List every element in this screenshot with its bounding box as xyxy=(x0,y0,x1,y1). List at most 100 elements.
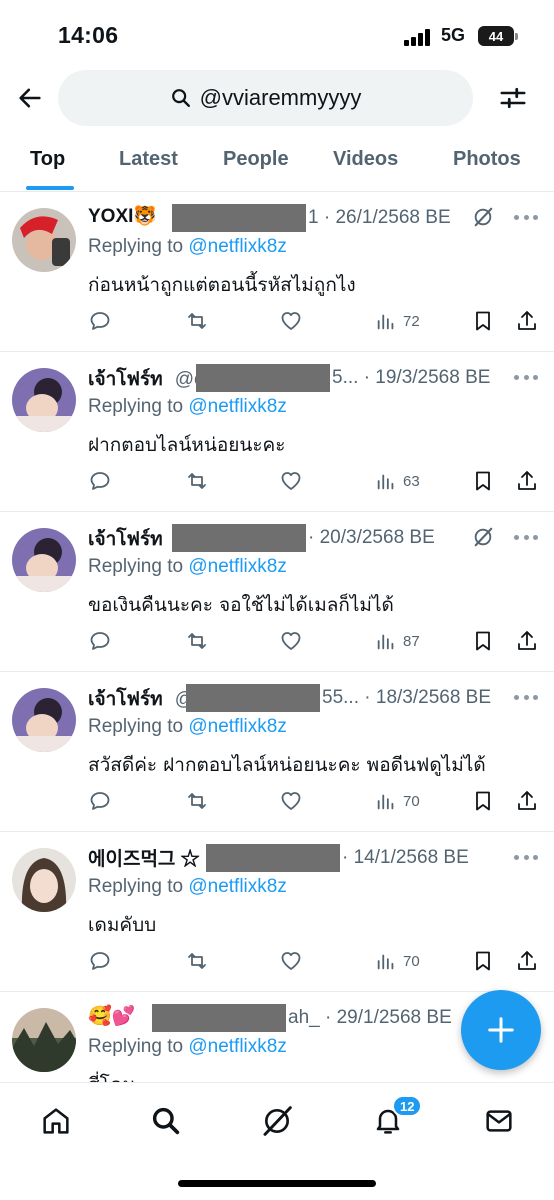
avatar[interactable] xyxy=(12,1008,76,1072)
reply-to-link[interactable]: @netflixk8z xyxy=(188,236,287,257)
reply-button[interactable] xyxy=(88,628,112,654)
bookmark-button[interactable] xyxy=(471,628,495,654)
reply-to-link[interactable]: @netflixk8z xyxy=(188,396,287,417)
like-button[interactable] xyxy=(279,628,303,654)
avatar[interactable] xyxy=(12,688,76,752)
tab-photos[interactable]: Photos xyxy=(453,148,521,171)
reply-button[interactable] xyxy=(88,308,112,334)
tweet[interactable]: เจ้าโฟร์ท @c 5... · 19/3/2568 BE Replyin… xyxy=(0,352,554,512)
tab-videos[interactable]: Videos xyxy=(333,148,398,171)
tweet-date[interactable]: · 19/3/2568 BE xyxy=(364,367,491,388)
display-name[interactable]: 🥰💕 xyxy=(88,1005,135,1027)
tweet-actions: 72 xyxy=(88,308,548,336)
grok-icon[interactable] xyxy=(472,526,494,548)
like-button[interactable] xyxy=(279,308,303,334)
views-icon xyxy=(377,474,394,490)
tweet-text: สวัสดีค่ะ ฝากตอบไลน์หน่อยนะคะ พอดีนฟดูไม… xyxy=(88,754,486,776)
retweet-button[interactable] xyxy=(184,308,210,334)
display-name[interactable]: เจ้าโฟร์ท xyxy=(88,369,163,390)
retweet-button[interactable] xyxy=(184,948,210,974)
share-button[interactable] xyxy=(515,788,539,814)
avatar[interactable] xyxy=(12,528,76,592)
more-icon[interactable] xyxy=(514,206,538,228)
sliders-icon xyxy=(500,87,526,109)
more-icon[interactable] xyxy=(514,686,538,708)
display-name[interactable]: เจ้าโฟร์ท xyxy=(88,529,163,550)
retweet-icon xyxy=(188,953,206,969)
reply-button[interactable] xyxy=(88,948,112,974)
bookmark-button[interactable] xyxy=(471,948,495,974)
more-icon[interactable] xyxy=(514,526,538,548)
replying-to: Replying to @netflixk8z xyxy=(88,876,287,897)
reply-button[interactable] xyxy=(88,468,112,494)
like-button[interactable] xyxy=(279,468,303,494)
tab-people[interactable]: People xyxy=(223,148,289,171)
search-icon xyxy=(152,1107,180,1135)
nav-home[interactable] xyxy=(36,1101,76,1141)
handle-tail: 55... xyxy=(322,687,359,708)
retweet-icon xyxy=(188,633,206,649)
compose-button[interactable] xyxy=(461,990,541,1070)
avatar[interactable] xyxy=(12,848,76,912)
heart-icon xyxy=(281,952,301,970)
more-icon[interactable] xyxy=(514,366,538,388)
nav-explore[interactable] xyxy=(146,1101,186,1141)
search-input[interactable]: @vviaremmyyyy xyxy=(58,70,473,126)
retweet-button[interactable] xyxy=(184,788,210,814)
reply-to-link[interactable]: @netflixk8z xyxy=(188,716,287,737)
tweet-date[interactable]: · 20/3/2568 BE xyxy=(306,527,435,549)
views-icon xyxy=(377,314,394,330)
views-count[interactable]: 70 xyxy=(375,948,420,974)
reply-icon xyxy=(90,632,110,650)
tab-top[interactable]: Top xyxy=(30,148,65,171)
bookmark-button[interactable] xyxy=(471,788,495,814)
grok-icon[interactable] xyxy=(472,206,494,228)
tweet[interactable]: เจ้าโฟร์ท @ 55... · 18/3/2568 BE Replyin… xyxy=(0,672,554,832)
views-count[interactable]: 87 xyxy=(375,628,420,654)
tweet-date[interactable]: · 14/1/2568 BE xyxy=(340,847,469,869)
avatar[interactable] xyxy=(12,368,76,432)
like-button[interactable] xyxy=(279,948,303,974)
share-button[interactable] xyxy=(515,308,539,334)
reply-to-link[interactable]: @netflixk8z xyxy=(188,876,287,897)
tweet[interactable]: 에이즈먹그 ☆ · 14/1/2568 BE Replying to @netf… xyxy=(0,832,554,992)
views-count[interactable]: 70 xyxy=(375,788,420,814)
bookmark-button[interactable] xyxy=(471,308,495,334)
display-name[interactable]: YOXI🐯 xyxy=(88,206,157,227)
reply-icon xyxy=(90,312,110,330)
share-button[interactable] xyxy=(515,468,539,494)
notifications-badge: 12 xyxy=(392,1095,423,1117)
bookmark-button[interactable] xyxy=(471,468,495,494)
more-icon[interactable] xyxy=(514,846,538,868)
views-count[interactable]: 72 xyxy=(375,308,420,334)
nav-grok[interactable] xyxy=(257,1101,297,1141)
retweet-icon xyxy=(188,793,206,809)
reply-button[interactable] xyxy=(88,788,112,814)
tweet-date[interactable]: · 18/3/2568 BE xyxy=(364,687,491,708)
nav-messages[interactable] xyxy=(479,1101,519,1141)
home-icon xyxy=(43,1108,69,1134)
views-number: 70 xyxy=(403,952,420,970)
tweet[interactable]: เจ้าโฟร์ท · 20/3/2568 BE Replying to @ne… xyxy=(0,512,554,672)
retweet-button[interactable] xyxy=(184,628,210,654)
share-button[interactable] xyxy=(515,628,539,654)
views-icon xyxy=(377,954,394,970)
mail-icon xyxy=(486,1110,512,1132)
reply-to-link[interactable]: @netflixk8z xyxy=(188,1036,287,1057)
tweet-date[interactable]: · 29/1/2568 BE xyxy=(325,1007,452,1028)
tweet[interactable]: YOXI🐯 1 · 26/1/2568 BE Replying to @netf… xyxy=(0,192,554,352)
share-button[interactable] xyxy=(515,948,539,974)
retweet-button[interactable] xyxy=(184,468,210,494)
views-count[interactable]: 63 xyxy=(375,468,420,494)
avatar[interactable] xyxy=(12,208,76,272)
replying-to: Replying to @netflixk8z xyxy=(88,236,287,257)
tab-latest[interactable]: Latest xyxy=(119,148,178,171)
display-name[interactable]: เจ้าโฟร์ท xyxy=(88,689,163,710)
like-button[interactable] xyxy=(279,788,303,814)
back-button[interactable] xyxy=(14,82,46,114)
search-filter-button[interactable] xyxy=(497,82,529,114)
reply-to-link[interactable]: @netflixk8z xyxy=(188,556,287,577)
tweet-date[interactable]: · 26/1/2568 BE xyxy=(324,207,451,228)
display-name[interactable]: 에이즈먹그 ☆ xyxy=(88,849,200,870)
share-icon xyxy=(518,791,536,810)
